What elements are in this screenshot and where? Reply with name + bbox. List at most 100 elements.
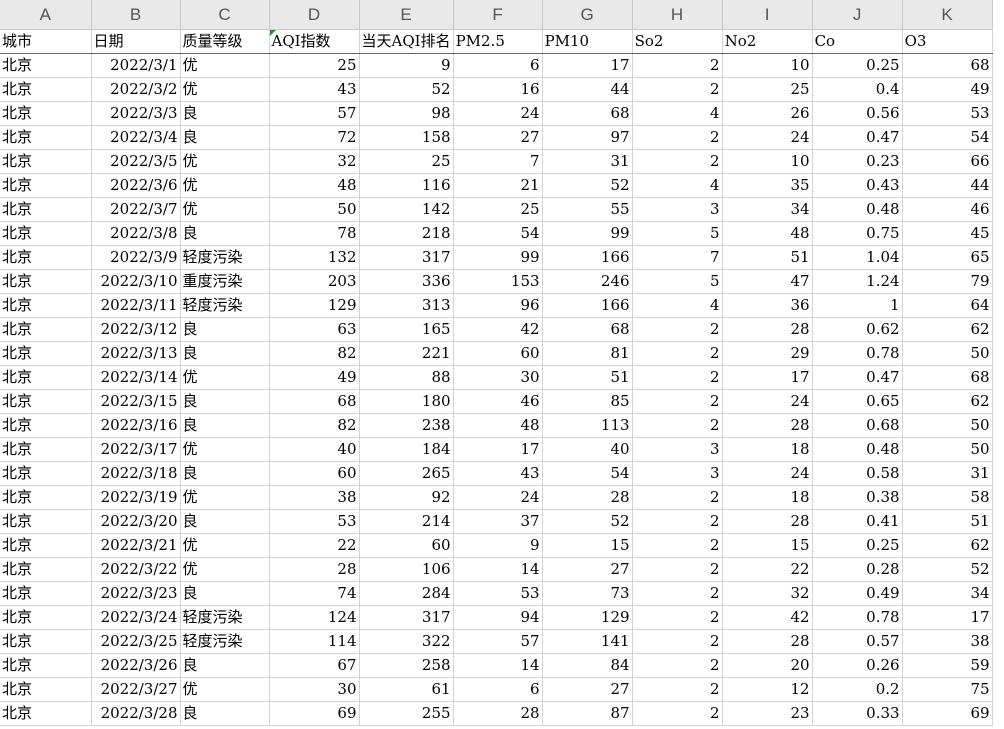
cell[interactable]: 0.2 — [812, 677, 903, 702]
cell[interactable]: 优 — [180, 485, 270, 510]
cell[interactable]: 0.23 — [812, 149, 903, 174]
cell[interactable]: 0.78 — [812, 605, 903, 630]
cell[interactable]: 0.65 — [812, 389, 903, 414]
cell[interactable]: 3 — [632, 461, 723, 486]
column-header-d[interactable]: D — [269, 0, 360, 30]
cell[interactable]: 2 — [632, 605, 723, 630]
cell[interactable]: 214 — [359, 509, 454, 534]
cell[interactable]: 23 — [722, 701, 813, 726]
cell[interactable]: 0.68 — [812, 413, 903, 438]
cell[interactable]: 北京 — [0, 581, 92, 606]
cell[interactable]: 0.56 — [812, 101, 903, 126]
cell[interactable]: 18 — [722, 437, 813, 462]
cell[interactable]: 2022/3/13 — [91, 341, 181, 366]
cell[interactable]: 2 — [632, 701, 723, 726]
cell[interactable]: 24 — [722, 461, 813, 486]
cell[interactable]: 优 — [180, 197, 270, 222]
cell[interactable]: 82 — [269, 341, 360, 366]
cell[interactable]: 47 — [722, 269, 813, 294]
cell[interactable]: 48 — [453, 413, 543, 438]
cell[interactable]: 40 — [269, 437, 360, 462]
cell[interactable]: 北京 — [0, 341, 92, 366]
cell[interactable]: 99 — [453, 245, 543, 270]
cell[interactable]: 17 — [542, 53, 633, 78]
header-cell[interactable]: PM2.5 — [453, 29, 543, 54]
cell[interactable]: 3 — [632, 197, 723, 222]
cell[interactable]: 114 — [269, 629, 360, 654]
cell[interactable]: 97 — [542, 125, 633, 150]
cell[interactable]: 15 — [722, 533, 813, 558]
cell[interactable]: 良 — [180, 125, 270, 150]
cell[interactable]: 184 — [359, 437, 454, 462]
cell[interactable]: 1.24 — [812, 269, 903, 294]
cell[interactable]: 238 — [359, 413, 454, 438]
cell[interactable]: 优 — [180, 173, 270, 198]
cell[interactable]: 北京 — [0, 245, 92, 270]
cell[interactable]: 22 — [269, 533, 360, 558]
cell[interactable]: 0.28 — [812, 557, 903, 582]
cell[interactable]: 北京 — [0, 53, 92, 78]
cell[interactable]: 6 — [453, 53, 543, 78]
cell[interactable]: 2022/3/20 — [91, 509, 181, 534]
cell[interactable]: 2022/3/21 — [91, 533, 181, 558]
cell[interactable]: 2022/3/26 — [91, 653, 181, 678]
cell[interactable]: 46 — [453, 389, 543, 414]
cell[interactable]: 北京 — [0, 269, 92, 294]
cell[interactable]: 53 — [269, 509, 360, 534]
cell[interactable]: 21 — [453, 173, 543, 198]
cell[interactable]: 0.4 — [812, 77, 903, 102]
cell[interactable]: 322 — [359, 629, 454, 654]
cell[interactable]: 北京 — [0, 101, 92, 126]
cell[interactable]: 优 — [180, 533, 270, 558]
cell[interactable]: 0.47 — [812, 125, 903, 150]
cell[interactable]: 北京 — [0, 509, 92, 534]
cell[interactable]: 313 — [359, 293, 454, 318]
header-cell[interactable]: O3 — [902, 29, 993, 54]
cell[interactable]: 17 — [453, 437, 543, 462]
cell[interactable]: 129 — [269, 293, 360, 318]
cell[interactable]: 30 — [453, 365, 543, 390]
cell[interactable]: 2022/3/27 — [91, 677, 181, 702]
cell[interactable]: 50 — [902, 437, 993, 462]
cell[interactable]: 轻度污染 — [180, 629, 270, 654]
cell[interactable]: 北京 — [0, 485, 92, 510]
cell[interactable]: 22 — [722, 557, 813, 582]
cell[interactable]: 2022/3/10 — [91, 269, 181, 294]
cell[interactable]: 246 — [542, 269, 633, 294]
cell[interactable]: 87 — [542, 701, 633, 726]
cell[interactable]: 20 — [722, 653, 813, 678]
cell[interactable]: 24 — [453, 101, 543, 126]
cell[interactable]: 27 — [542, 557, 633, 582]
cell[interactable]: 2022/3/19 — [91, 485, 181, 510]
cell[interactable]: 2022/3/11 — [91, 293, 181, 318]
cell[interactable]: 14 — [453, 557, 543, 582]
cell[interactable]: 4 — [632, 101, 723, 126]
column-header-f[interactable]: F — [453, 0, 543, 30]
header-cell[interactable]: 日期 — [91, 29, 181, 54]
cell[interactable]: 2022/3/25 — [91, 629, 181, 654]
cell[interactable]: 60 — [453, 341, 543, 366]
cell[interactable]: 31 — [902, 461, 993, 486]
cell[interactable]: 4 — [632, 173, 723, 198]
cell[interactable]: 优 — [180, 365, 270, 390]
header-cell[interactable]: PM10 — [542, 29, 633, 54]
cell[interactable]: 124 — [269, 605, 360, 630]
cell[interactable]: 48 — [269, 173, 360, 198]
cell[interactable]: 25 — [269, 53, 360, 78]
cell[interactable]: 0.25 — [812, 533, 903, 558]
cell[interactable]: 北京 — [0, 605, 92, 630]
cell[interactable]: 2022/3/18 — [91, 461, 181, 486]
cell[interactable]: 69 — [269, 701, 360, 726]
cell[interactable]: 218 — [359, 221, 454, 246]
cell[interactable]: 北京 — [0, 677, 92, 702]
cell[interactable]: 0.75 — [812, 221, 903, 246]
header-cell[interactable]: Co — [812, 29, 903, 54]
cell[interactable]: 28 — [722, 509, 813, 534]
cell[interactable]: 北京 — [0, 461, 92, 486]
column-header-c[interactable]: C — [180, 0, 270, 30]
cell[interactable]: 36 — [722, 293, 813, 318]
cell[interactable]: 158 — [359, 125, 454, 150]
cell[interactable]: 72 — [269, 125, 360, 150]
cell[interactable]: 79 — [902, 269, 993, 294]
cell[interactable]: 40 — [542, 437, 633, 462]
